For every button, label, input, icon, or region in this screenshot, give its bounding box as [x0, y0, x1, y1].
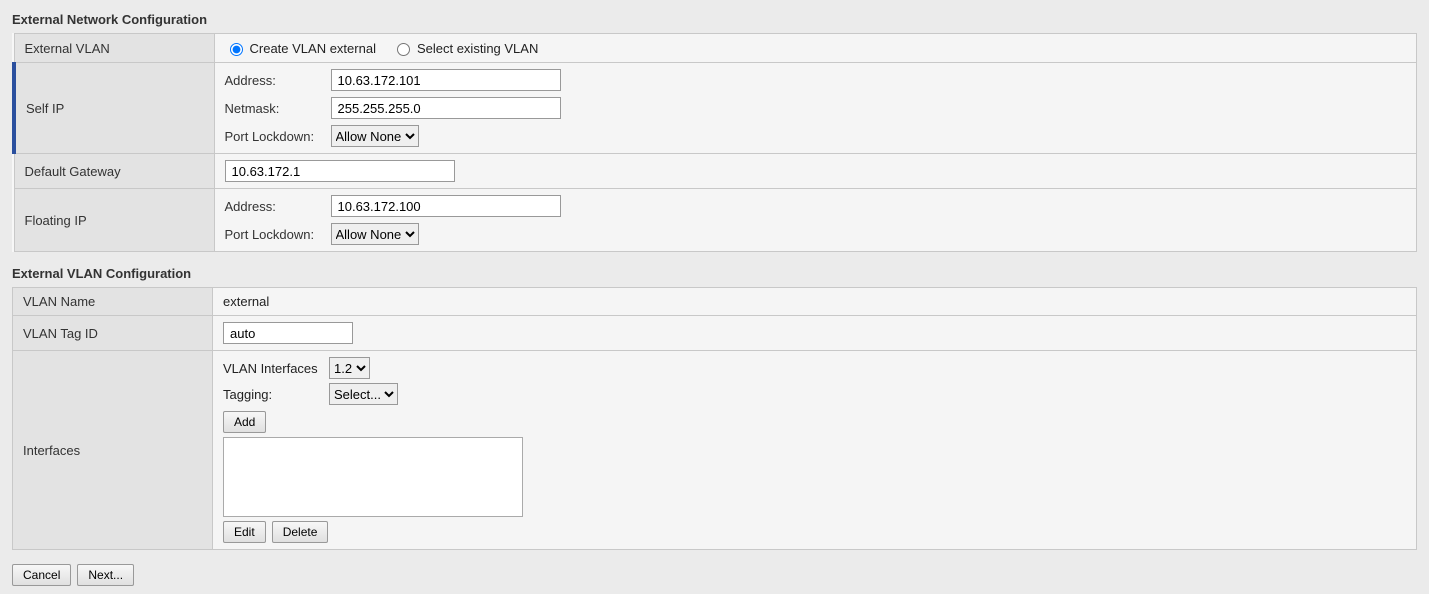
- interfaces-listbox[interactable]: [223, 437, 523, 517]
- ext-vlan-table: VLAN Name external VLAN Tag ID Interface…: [12, 287, 1417, 550]
- create-vlan-option[interactable]: Create VLAN external: [225, 40, 376, 56]
- vlan-name-label: VLAN Name: [13, 288, 213, 316]
- add-button[interactable]: Add: [223, 411, 266, 433]
- interfaces-label: Interfaces: [13, 351, 213, 550]
- delete-button[interactable]: Delete: [272, 521, 329, 543]
- section-title-ext-net: External Network Configuration: [12, 12, 1417, 27]
- default-gateway-label: Default Gateway: [14, 154, 214, 189]
- floating-ip-portlockdown-select[interactable]: Allow None: [331, 223, 419, 245]
- self-ip-portlockdown-label: Port Lockdown:: [225, 129, 325, 144]
- external-vlan-label: External VLAN: [14, 34, 214, 63]
- select-existing-vlan-radio[interactable]: [397, 43, 410, 56]
- tagging-label: Tagging:: [223, 387, 323, 402]
- section-title-ext-vlan: External VLAN Configuration: [12, 266, 1417, 281]
- select-existing-vlan-option[interactable]: Select existing VLAN: [392, 40, 538, 56]
- vlan-tag-id-label: VLAN Tag ID: [13, 316, 213, 351]
- default-gateway-input[interactable]: [225, 160, 455, 182]
- tagging-select[interactable]: Select...: [329, 383, 398, 405]
- self-ip-netmask-label: Netmask:: [225, 101, 325, 116]
- vlan-interfaces-select[interactable]: 1.2: [329, 357, 370, 379]
- vlan-interfaces-label: VLAN Interfaces: [223, 361, 323, 376]
- cancel-button[interactable]: Cancel: [12, 564, 71, 586]
- ext-net-table: External VLAN Create VLAN external Selec…: [12, 33, 1417, 252]
- self-ip-portlockdown-select[interactable]: Allow None: [331, 125, 419, 147]
- floating-ip-label: Floating IP: [14, 189, 214, 252]
- floating-ip-portlockdown-label: Port Lockdown:: [225, 227, 325, 242]
- vlan-name-value: external: [213, 288, 1417, 316]
- create-vlan-label: Create VLAN external: [250, 41, 376, 56]
- edit-button[interactable]: Edit: [223, 521, 266, 543]
- floating-ip-address-label: Address:: [225, 199, 325, 214]
- self-ip-address-input[interactable]: [331, 69, 561, 91]
- next-button[interactable]: Next...: [77, 564, 134, 586]
- create-vlan-radio[interactable]: [230, 43, 243, 56]
- self-ip-label: Self IP: [14, 63, 214, 154]
- floating-ip-address-input[interactable]: [331, 195, 561, 217]
- self-ip-netmask-input[interactable]: [331, 97, 561, 119]
- vlan-tag-id-input[interactable]: [223, 322, 353, 344]
- select-existing-vlan-label: Select existing VLAN: [417, 41, 538, 56]
- self-ip-address-label: Address:: [225, 73, 325, 88]
